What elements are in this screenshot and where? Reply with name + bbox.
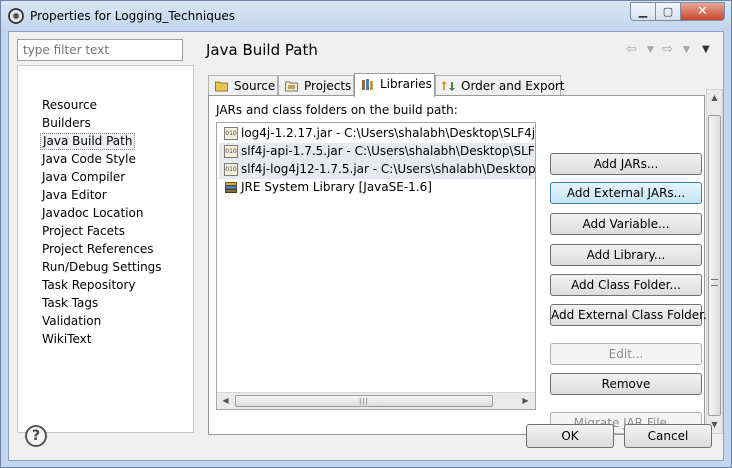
jar-icon: 010 [224, 163, 238, 176]
property-pages-tree: Resource Builders Java Build Path Java C… [17, 65, 194, 433]
grip-icon [711, 279, 718, 286]
order-export-icon [442, 81, 455, 91]
list-item[interactable]: 010 log4j-1.2.17.jar - C:\Users\shalabh\D… [219, 125, 535, 143]
vertical-scrollbar[interactable]: ▲ ▼ [706, 89, 723, 434]
cancel-button[interactable]: Cancel [624, 424, 712, 448]
jar-icon: 010 [224, 145, 238, 158]
nav-item-project-facets[interactable]: Project Facets [40, 223, 127, 240]
add-external-jars-button[interactable]: Add External JARs... [550, 182, 702, 204]
title-bar[interactable]: Properties for Logging_Techniques ▁ ▢ ✕ [1, 1, 731, 31]
maximize-icon: ▢ [662, 5, 674, 18]
close-button[interactable]: ✕ [681, 2, 725, 21]
tab-source[interactable]: Source [208, 75, 278, 96]
remove-button[interactable]: Remove [550, 373, 702, 395]
add-class-folder-button[interactable]: Add Class Folder... [550, 274, 702, 296]
libraries-label: JARs and class folders on the build path… [216, 103, 458, 117]
eclipse-gear-icon [8, 8, 24, 24]
window-controls: ▁ ▢ ✕ [630, 2, 725, 22]
horizontal-scrollbar[interactable]: ◀ ||| ▶ [217, 392, 535, 409]
nav-item-java-editor[interactable]: Java Editor [40, 187, 109, 204]
close-icon: ✕ [697, 4, 708, 19]
filter-input[interactable] [17, 39, 183, 61]
list-item[interactable]: 010 slf4j-log4j12-1.7.5.jar - C:\Users\sh… [219, 161, 535, 179]
tab-libraries[interactable]: Libraries [354, 73, 435, 97]
jar-icon: 010 [224, 127, 238, 140]
nav-item-task-repository[interactable]: Task Repository [40, 277, 138, 294]
back-menu-chevron-icon[interactable]: ▼ [647, 45, 654, 55]
ok-button[interactable]: OK [526, 424, 614, 448]
add-external-class-folder-button[interactable]: Add External Class Folder... [550, 304, 714, 326]
scroll-up-icon[interactable]: ▲ [707, 90, 722, 106]
forward-arrow-icon[interactable]: ⇨ [662, 42, 673, 57]
nav-item-resource[interactable]: Resource [40, 97, 99, 114]
nav-item-run-debug-settings[interactable]: Run/Debug Settings [40, 259, 164, 276]
add-library-button[interactable]: Add Library... [550, 244, 702, 266]
tab-order-and-export[interactable]: Order and Export [435, 75, 565, 96]
horizontal-scroll-thumb[interactable]: ||| [235, 395, 493, 407]
nav-item-task-tags[interactable]: Task Tags [40, 295, 100, 312]
jre-library-icon [225, 182, 237, 193]
nav-item-project-references[interactable]: Project References [40, 241, 156, 258]
forward-menu-chevron-icon[interactable]: ▼ [683, 45, 690, 55]
view-menu-icon[interactable]: ▼ [702, 44, 710, 55]
minimize-icon: ▁ [638, 5, 648, 18]
window-title: Properties for Logging_Techniques [30, 9, 236, 23]
nav-item-java-code-style[interactable]: Java Code Style [40, 151, 138, 168]
add-jars-button[interactable]: Add JARs... [550, 153, 702, 175]
add-variable-button[interactable]: Add Variable... [550, 213, 702, 235]
nav-item-java-build-path[interactable]: Java Build Path [40, 133, 136, 150]
edit-button[interactable]: Edit... [550, 343, 702, 365]
nav-item-java-compiler[interactable]: Java Compiler [40, 169, 127, 186]
minimize-button[interactable]: ▁ [630, 2, 656, 21]
folder-icon [215, 81, 228, 92]
nav-item-validation[interactable]: Validation [40, 313, 103, 330]
books-icon [362, 79, 373, 90]
help-icon[interactable]: ? [25, 425, 47, 447]
maximize-button[interactable]: ▢ [656, 2, 681, 21]
list-item[interactable]: 010 slf4j-api-1.7.5.jar - C:\Users\shalab… [219, 143, 535, 161]
properties-window: Properties for Logging_Techniques ▁ ▢ ✕ … [0, 0, 732, 468]
list-item[interactable]: JRE System Library [JavaSE-1.6] [219, 179, 535, 197]
scroll-left-icon[interactable]: ◀ [217, 393, 234, 409]
nav-item-wikitext[interactable]: WikiText [40, 331, 94, 348]
scroll-right-icon[interactable]: ▶ [517, 393, 534, 409]
dialog-client-area: Resource Builders Java Build Path Java C… [8, 31, 724, 461]
libraries-panel: JARs and class folders on the build path… [208, 95, 714, 435]
nav-item-builders[interactable]: Builders [40, 115, 93, 132]
page-title: Java Build Path [206, 41, 318, 59]
projects-folder-icon [285, 81, 298, 92]
vertical-scroll-thumb[interactable] [708, 115, 721, 416]
libraries-tree[interactable]: 010 log4j-1.2.17.jar - C:\Users\shalabh\D… [216, 122, 536, 410]
nav-item-javadoc-location[interactable]: Javadoc Location [40, 205, 145, 222]
tab-projects[interactable]: Projects [278, 75, 354, 96]
back-arrow-icon[interactable]: ⇦ [626, 42, 637, 57]
